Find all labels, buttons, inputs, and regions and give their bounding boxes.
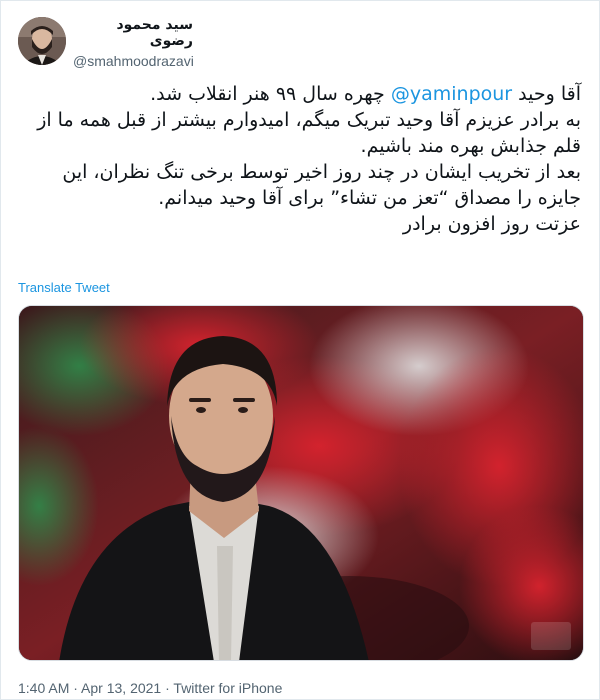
tweet-line-1: آقا وحید @yaminpour چهره سال ۹۹ هنر انقل… [21, 81, 581, 107]
tweet-line-2: به برادر عزیزم آقا وحید تبریک میگم، امید… [37, 109, 581, 157]
tweet-line-1-suffix: چهره سال ۹۹ هنر انقلاب شد. [150, 83, 385, 105]
avatar[interactable] [18, 17, 66, 65]
user-handle[interactable]: @smahmoodrazavi [73, 53, 194, 69]
tweet-line-1-prefix: آقا وحید [518, 83, 581, 105]
display-name[interactable]: سید محمود رضوی [73, 17, 193, 49]
meta-separator-1: · [69, 680, 82, 696]
tweet-text: آقا وحید @yaminpour چهره سال ۹۹ هنر انقل… [21, 81, 581, 237]
tweet-line-3: بعد از تخریب ایشان در چند روز اخیر توسط … [62, 161, 581, 209]
translate-tweet-link[interactable]: Translate Tweet [18, 280, 110, 295]
meta-separator-2: · [161, 680, 174, 696]
tweet-photo[interactable] [18, 305, 584, 661]
tweet-header: ⋯ سید محمود رضوی @smahmoodrazavi [1, 15, 599, 69]
tweet-line-4: عزتت روز افزون برادر [402, 213, 581, 235]
tweet-time[interactable]: 1:40 AM [18, 680, 69, 696]
tweet-date[interactable]: Apr 13, 2021 [81, 680, 161, 696]
photo-image [19, 306, 583, 660]
user-identity[interactable]: سید محمود رضوی @smahmoodrazavi [73, 17, 194, 69]
avatar-image [18, 17, 66, 65]
tweet-source[interactable]: Twitter for iPhone [173, 680, 282, 696]
tweet-meta: 1:40 AM · Apr 13, 2021 · Twitter for iPh… [18, 680, 282, 696]
tweet-card: ⋯ سید محمود رضوی @smahmoodrazavi آقا وحی… [0, 0, 600, 700]
mention-link[interactable]: @yaminpour [391, 83, 512, 105]
